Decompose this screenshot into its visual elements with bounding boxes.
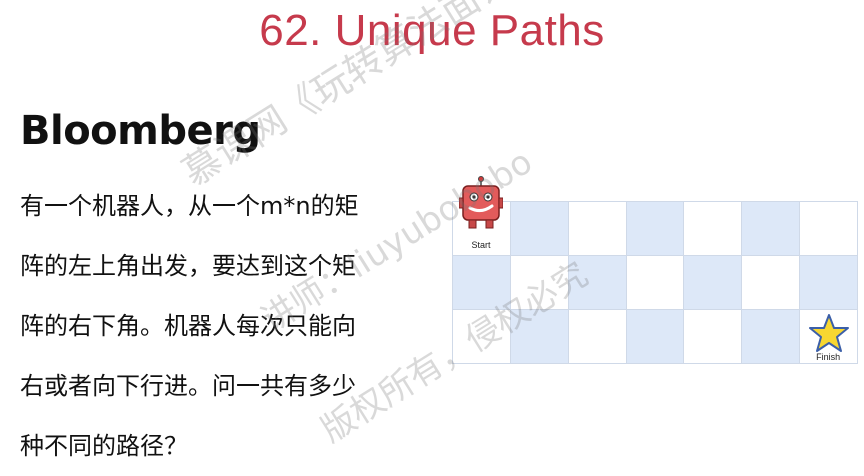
grid-cell [626,310,685,364]
grid-cell [626,202,685,256]
problem-line: 有一个机器人，从一个m*n的矩 [20,192,359,220]
grid-cell-start: Start [453,176,511,256]
grid-cell [510,310,569,364]
grid-cell [800,202,858,256]
grid-cell [568,310,627,364]
grid-cell [568,202,627,256]
grid-cell [510,202,569,256]
grid-cell [626,256,685,310]
problem-line: 阵的右下角。机器人每次只能向 [20,312,356,340]
grid-cell [800,256,858,310]
grid-cell [510,256,569,310]
problem-description: 有一个机器人，从一个m*n的矩 阵的左上角出发，要达到这个矩 阵的右下角。机器人… [20,176,420,476]
grid-cell [684,256,743,310]
grid-cell [684,310,743,364]
robot-icon [459,176,503,229]
company-name: Bloomberg [20,108,261,154]
problem-line: 右或者向下行进。问一共有多少 [20,372,356,400]
path-grid: Start Finish [452,176,858,364]
star-icon [809,314,850,352]
slide-title: 62. Unique Paths [259,6,605,55]
grid-cell [742,310,801,364]
grid-cell [453,256,511,310]
grid-cell [742,256,801,310]
problem-line: 种不同的路径？ [20,432,188,460]
start-label: Start [471,240,491,250]
grid-cell [568,256,627,310]
problem-line: 阵的左上角出发，要达到这个矩 [20,252,356,280]
grid-cell [684,202,743,256]
finish-label: Finish [816,352,841,362]
grid-cell [742,202,801,256]
grid-cell-finish: Finish [800,310,858,364]
grid-cell [453,310,511,364]
